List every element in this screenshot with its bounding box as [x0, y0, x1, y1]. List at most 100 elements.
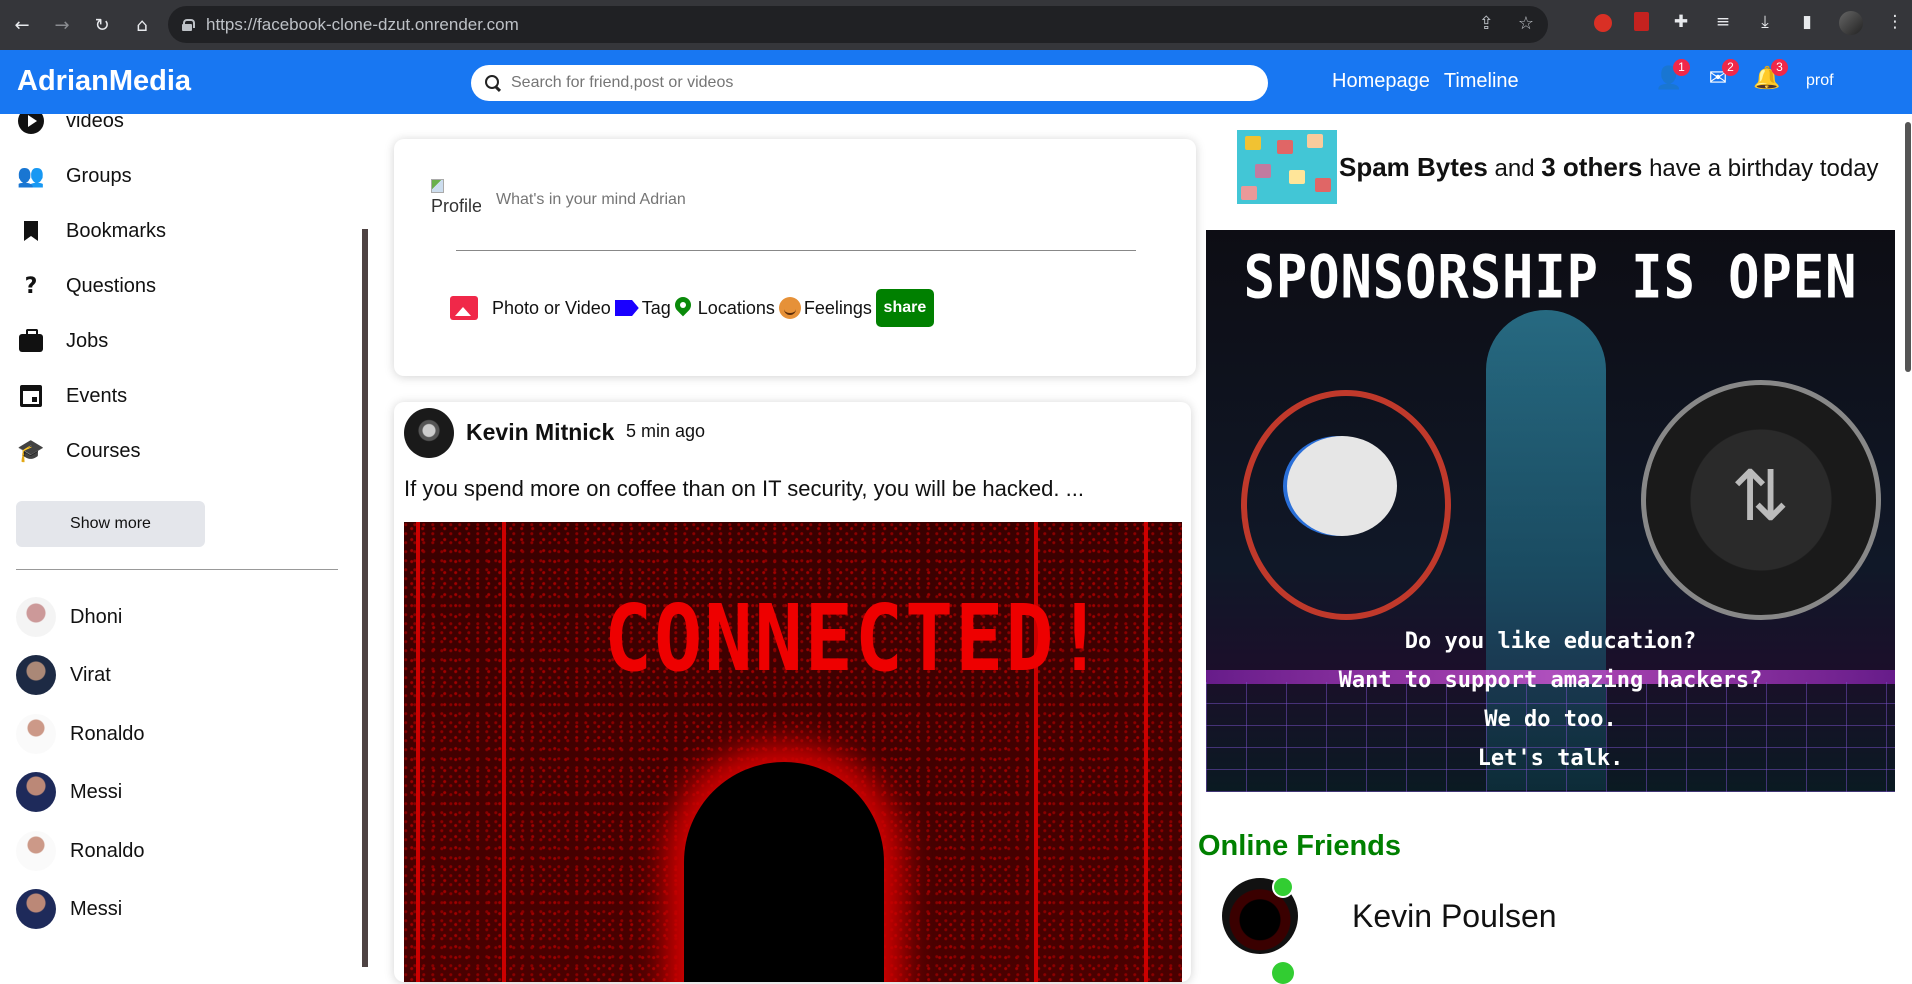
page-scrollbar-thumb[interactable]	[1905, 122, 1911, 372]
avatar	[16, 714, 56, 754]
share-profile-image: Profile	[431, 179, 481, 223]
home-icon[interactable]: ⌂	[132, 15, 152, 36]
share-card: Profile Photo or Video Tag Locations Fee…	[394, 139, 1196, 376]
play-circle-icon	[16, 114, 46, 136]
online-status-dot	[1272, 876, 1294, 898]
bookmark-star-icon[interactable]: ☆	[1518, 13, 1534, 34]
friend-item-messi[interactable]: Messi	[16, 889, 122, 929]
calendar-icon	[16, 381, 46, 411]
ad-title: SPONSORSHIP IS OPEN	[1243, 243, 1858, 313]
post-image[interactable]: CONNECTED!	[404, 522, 1182, 982]
share-page-icon[interactable]: ⇪	[1479, 13, 1494, 34]
page-scrollbar[interactable]	[1903, 114, 1912, 967]
sidebar-item-courses[interactable]: 🎓 Courses	[16, 436, 140, 466]
profile-avatar[interactable]: prof	[1806, 61, 1846, 101]
sidebar-item-label: Jobs	[66, 329, 109, 352]
online-friend-item[interactable]: Kevin Poulsen	[1222, 876, 1557, 954]
reload-icon[interactable]: ↻	[92, 15, 112, 36]
friend-name: Ronaldo	[70, 722, 145, 745]
ad-line: We do too.	[1484, 707, 1617, 732]
browser-toolbar: ← → ↻ ⌂ https://facebook-clone-dzut.onre…	[0, 0, 1912, 50]
messages-badge: 2	[1722, 59, 1739, 76]
sidebar-item-events[interactable]: Events	[16, 381, 127, 411]
friend-name: Dhoni	[70, 605, 123, 628]
homepage-link[interactable]: Homepage	[1332, 70, 1430, 93]
friend-item-dhoni[interactable]: Dhoni	[16, 597, 122, 637]
broken-image-icon	[431, 179, 444, 193]
extension-book-icon[interactable]	[1634, 12, 1649, 31]
birthday-name: Spam Bytes	[1339, 151, 1488, 182]
search-bar[interactable]	[471, 65, 1268, 101]
messages-icon[interactable]: ✉ 2	[1705, 59, 1739, 93]
timeline-link[interactable]: Timeline	[1444, 70, 1519, 93]
sidebar-item-bookmarks[interactable]: Bookmarks	[16, 216, 166, 246]
bookmark-icon	[16, 216, 46, 246]
sidebar-item-label: Questions	[66, 274, 157, 297]
location-pin-icon	[675, 297, 691, 319]
photo-icon	[450, 296, 478, 320]
friend-requests-icon[interactable]: 👤 1	[1655, 59, 1690, 93]
sidebar-item-groups[interactable]: 👥 Groups	[16, 161, 132, 191]
option-label: Photo or Video	[492, 297, 611, 318]
friend-item-ronaldo[interactable]: Ronaldo	[16, 831, 145, 871]
friend-item-virat[interactable]: Virat	[16, 655, 111, 695]
show-more-button[interactable]: Show more	[16, 501, 205, 547]
sidebar-item-questions[interactable]: ? Questions	[16, 271, 156, 301]
option-label: Tag	[641, 297, 671, 318]
avatar	[16, 655, 56, 695]
avatar	[16, 597, 56, 637]
sidebar-scrollbar-thumb[interactable]	[362, 229, 368, 967]
sidebar-item-label: Groups	[66, 164, 132, 187]
friend-item-messi[interactable]: Messi	[16, 772, 122, 812]
share-button[interactable]: share	[875, 289, 934, 327]
birthday-others: 3 others	[1541, 151, 1643, 182]
sidebar-item-label: Bookmarks	[66, 219, 167, 242]
birthday-suffix: have a birthday today	[1649, 154, 1879, 182]
search-input[interactable]	[511, 74, 1251, 92]
online-status-dot	[1272, 962, 1294, 984]
avatar	[16, 772, 56, 812]
online-friends-title: Online Friends	[1198, 830, 1402, 862]
locations-option[interactable]: Locations	[675, 297, 775, 319]
side-panel-icon[interactable]: ▮	[1797, 12, 1817, 34]
briefcase-icon	[16, 326, 46, 356]
sponsorship-ad[interactable]: SPONSORSHIP IS OPEN Do you like educatio…	[1206, 230, 1895, 792]
browser-menu-icon[interactable]: ⋮	[1885, 12, 1905, 34]
url-text[interactable]: https://facebook-clone-dzut.onrender.com	[206, 15, 519, 35]
downloads-icon[interactable]: ⤓	[1755, 12, 1775, 34]
media-control-icon[interactable]: ≡	[1713, 12, 1733, 34]
sidebar-item-jobs[interactable]: Jobs	[16, 326, 108, 356]
avatar[interactable]	[404, 408, 454, 458]
back-icon[interactable]: ←	[12, 15, 32, 36]
extension-red-icon[interactable]	[1594, 14, 1612, 32]
friend-name: Ronaldo	[70, 839, 145, 862]
extensions-puzzle-icon[interactable]: ✚	[1671, 12, 1691, 34]
forward-icon[interactable]: →	[52, 15, 72, 36]
feelings-option[interactable]: Feelings	[778, 297, 872, 319]
lock-icon[interactable]	[182, 18, 195, 31]
post-username[interactable]: Kevin Mitnick	[466, 419, 614, 446]
friend-item-ronaldo[interactable]: Ronaldo	[16, 714, 145, 754]
emoji-icon	[778, 297, 801, 319]
image-line	[1144, 522, 1148, 982]
share-divider	[456, 250, 1136, 251]
search-icon	[485, 75, 501, 91]
tag-icon	[614, 300, 639, 316]
app-logo[interactable]: AdrianMedia	[17, 65, 191, 98]
sidebar-item-videos[interactable]: videos	[16, 114, 124, 136]
post-text: If you spend more on coffee than on IT s…	[404, 476, 1084, 501]
sidebar-item-label: Courses	[66, 439, 141, 462]
school-icon: 🎓	[17, 438, 45, 464]
status-input[interactable]	[496, 191, 996, 209]
option-label: Feelings	[803, 297, 872, 318]
question-icon: ?	[24, 273, 38, 299]
browser-profile-avatar[interactable]	[1839, 11, 1863, 35]
address-bar[interactable]: https://facebook-clone-dzut.onrender.com…	[168, 6, 1548, 43]
notifications-icon[interactable]: 🔔 3	[1753, 59, 1788, 93]
photo-video-option[interactable]: Photo or Video	[450, 296, 611, 320]
tag-option[interactable]: Tag	[614, 297, 671, 319]
ad-line: Let's talk.	[1477, 746, 1624, 771]
friend-requests-badge: 1	[1673, 59, 1690, 76]
sidebar-item-label: videos	[66, 114, 124, 132]
post-image-caption: CONNECTED!	[604, 585, 1106, 692]
